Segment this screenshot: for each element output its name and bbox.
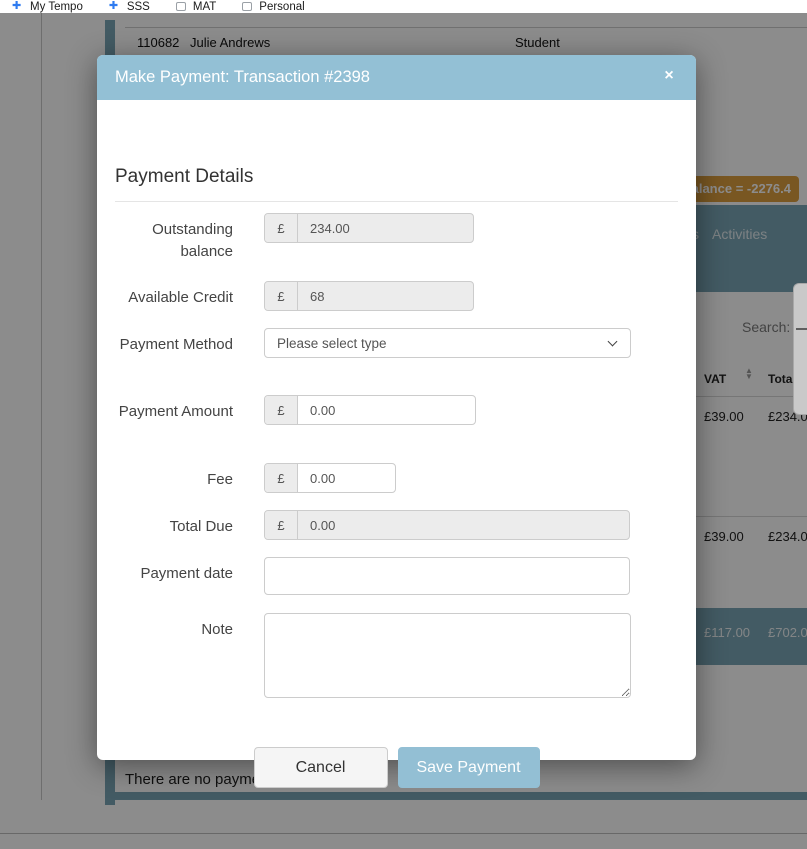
available-credit-label: Available Credit [115,281,233,309]
section-divider [115,201,678,202]
note-label: Note [115,613,233,641]
note-textarea[interactable] [264,613,631,698]
total-due-input-group: £ [264,510,630,540]
currency-prefix: £ [265,511,298,539]
right-edge-panel [793,283,807,415]
currency-prefix: £ [265,396,298,424]
currency-prefix: £ [265,214,298,242]
payment-date-label: Payment date [115,557,233,585]
fee-label: Fee [115,463,233,491]
bookmark-personal[interactable]: Personal [242,0,304,13]
chevron-down-icon [608,337,618,347]
close-icon[interactable]: × [658,65,680,87]
currency-prefix: £ [265,464,298,492]
outstanding-balance-input-group: £ [264,213,474,243]
total-due-label: Total Due [115,510,233,538]
payment-amount-label: Payment Amount [115,395,233,423]
outstanding-balance-label: Outstanding balance [115,213,233,263]
payment-amount-input[interactable] [298,396,475,424]
cancel-button[interactable]: Cancel [254,747,388,788]
fee-input-group: £ [264,463,396,493]
payment-amount-input-group: £ [264,395,476,425]
bookmark-my-tempo[interactable]: ✚ My Tempo [12,0,83,13]
bookmark-favicon-icon: ✚ [109,1,120,12]
available-credit-input [298,282,473,310]
total-due-input [298,511,629,539]
bookmarks-bar: ✚ My Tempo ✚ SSS MAT Personal [0,0,807,13]
modal-button-row: Cancel Save Payment [97,747,696,788]
dashed-marker [796,328,807,330]
modal-header: Make Payment: Transaction #2398 × [97,55,696,100]
payment-method-label: Payment Method [115,328,233,356]
outstanding-balance-input [298,214,473,242]
modal-title: Make Payment: Transaction #2398 [115,55,370,100]
bookmark-mat[interactable]: MAT [176,0,216,13]
save-payment-button[interactable]: Save Payment [398,747,540,788]
bookmark-label: SSS [127,1,150,13]
bookmark-sss[interactable]: ✚ SSS [109,0,150,13]
bookmark-favicon-icon: ✚ [12,1,23,12]
section-title: Payment Details [115,166,253,188]
payment-method-select[interactable]: Please select type [264,328,631,358]
bookmark-label: Personal [259,1,304,13]
fee-input[interactable] [298,464,395,492]
payment-date-input[interactable] [264,557,630,595]
make-payment-modal: Make Payment: Transaction #2398 × Paymen… [97,55,696,760]
folder-icon [176,2,186,11]
available-credit-input-group: £ [264,281,474,311]
modal-body: Payment Details Outstanding balance £ Av… [97,100,696,760]
bookmark-label: MAT [193,1,216,13]
bookmark-label: My Tempo [30,1,83,13]
payment-method-selected-value: Please select type [277,336,387,351]
folder-icon [242,2,252,11]
currency-prefix: £ [265,282,298,310]
